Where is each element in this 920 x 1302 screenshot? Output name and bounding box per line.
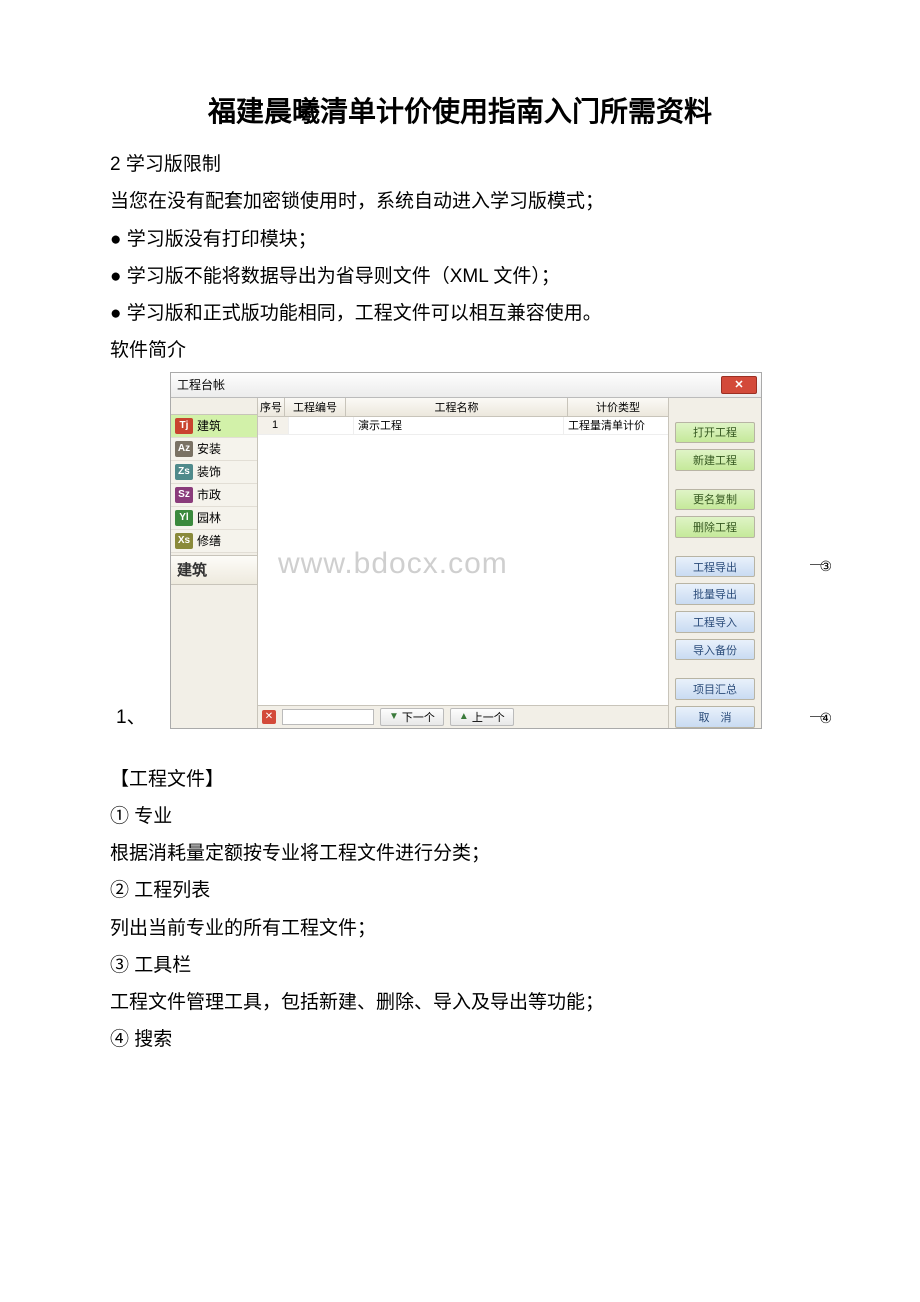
col-header-type[interactable]: 计价类型 — [568, 398, 668, 416]
new-project-button[interactable]: 新建工程 — [675, 449, 755, 471]
project-list-panel: 序号 工程编号 工程名称 计价类型 1 演示工程 工程量清单计价 www.bdo… — [258, 398, 668, 728]
callout-line — [810, 564, 824, 565]
delete-project-button[interactable]: 删除工程 — [675, 516, 755, 538]
app-window: 工程台帐 ✕ Tj 建筑 Az 安装 — [170, 372, 762, 729]
table-row[interactable]: 1 演示工程 工程量清单计价 — [258, 417, 668, 435]
export-project-button[interactable]: 工程导出 — [675, 556, 755, 578]
sidebar-item-construction[interactable]: Tj 建筑 — [171, 415, 257, 438]
category-icon: Sz — [175, 487, 193, 503]
callout-label: ① 专业 — [110, 800, 810, 833]
cell-type: 工程量清单计价 — [564, 417, 668, 434]
category-icon: Tj — [175, 418, 193, 434]
arrow-up-icon: ▲ — [459, 711, 469, 722]
sidebar-header-spacer — [171, 398, 257, 415]
callout-label: ④ 搜索 — [110, 1023, 810, 1056]
sidebar-item-install[interactable]: Az 安装 — [171, 438, 257, 461]
paragraph: 工程文件管理工具，包括新建、删除、导入及导出等功能； — [110, 986, 810, 1019]
cancel-button[interactable]: 取 消 — [675, 706, 755, 728]
bullet: ● 学习版不能将数据导出为省导则文件（XML 文件）； — [110, 260, 810, 293]
sidebar-item-label: 园林 — [197, 509, 221, 526]
sidebar-item-label: 修缮 — [197, 532, 221, 549]
cell-code — [289, 417, 354, 434]
sidebar-item-decoration[interactable]: Zs 装饰 — [171, 461, 257, 484]
search-bar: ✕ ▼ 下一个 ▲ 上一个 — [258, 705, 668, 728]
rename-copy-button[interactable]: 更名复制 — [675, 489, 755, 511]
bullet: ● 学习版和正式版功能相同，工程文件可以相互兼容使用。 — [110, 297, 810, 330]
callout-3: ③ — [819, 558, 832, 575]
section-heading: 【工程文件】 — [110, 763, 810, 796]
bullet: ● 学习版没有打印模块； — [110, 223, 810, 256]
section-heading: 软件简介 — [110, 334, 810, 367]
sidebar-current-category: 建筑 — [171, 555, 257, 585]
next-button[interactable]: ▼ 下一个 — [380, 708, 444, 726]
sidebar-item-label: 装饰 — [197, 463, 221, 480]
sidebar-item-garden[interactable]: Yl 园林 — [171, 507, 257, 530]
button-label: 上一个 — [472, 709, 505, 725]
category-sidebar: Tj 建筑 Az 安装 Zs 装饰 Sz 市政 — [171, 398, 258, 728]
cell-index: 1 — [258, 417, 289, 434]
callout-label: ③ 工具栏 — [110, 949, 810, 982]
titlebar: 工程台帐 ✕ — [171, 373, 761, 398]
import-project-button[interactable]: 工程导入 — [675, 611, 755, 633]
category-icon: Az — [175, 441, 193, 457]
sidebar-item-label: 市政 — [197, 486, 221, 503]
col-header-code[interactable]: 工程编号 — [285, 398, 346, 416]
open-project-button[interactable]: 打开工程 — [675, 422, 755, 444]
close-button[interactable]: ✕ — [721, 376, 757, 394]
sidebar-item-label: 建筑 — [197, 417, 221, 434]
sidebar-item-municipal[interactable]: Sz 市政 — [171, 484, 257, 507]
search-input[interactable] — [282, 709, 374, 725]
button-label: 下一个 — [402, 709, 435, 725]
paragraph: 当您在没有配套加密锁使用时，系统自动进入学习版模式； — [110, 185, 810, 218]
category-icon: Zs — [175, 464, 193, 480]
paragraph: 列出当前专业的所有工程文件； — [110, 912, 810, 945]
page-title: 福建晨曦清单计价使用指南入门所需资料 — [110, 90, 810, 130]
category-icon: Yl — [175, 510, 193, 526]
paragraph: 根据消耗量定额按专业将工程文件进行分类； — [110, 837, 810, 870]
sidebar-item-repair[interactable]: Xs 修缮 — [171, 530, 257, 553]
window-title: 工程台帐 — [175, 376, 225, 393]
toolbar: 打开工程 新建工程 更名复制 删除工程 工程导出 批量导出 工程导入 导入备份 … — [668, 398, 761, 728]
callout-4: ④ — [819, 710, 832, 727]
import-backup-button[interactable]: 导入备份 — [675, 639, 755, 661]
cell-name: 演示工程 — [354, 417, 564, 434]
watermark: www.bdocx.com — [278, 547, 508, 581]
close-icon: ✕ — [265, 711, 273, 722]
callout-label: ② 工程列表 — [110, 874, 810, 907]
category-icon: Xs — [175, 533, 193, 549]
col-header-name[interactable]: 工程名称 — [346, 398, 568, 416]
col-header-index[interactable]: 序号 — [258, 398, 285, 416]
figure-number: 1、 — [116, 702, 146, 729]
callout-line — [810, 716, 824, 717]
sidebar-item-label: 安装 — [197, 440, 221, 457]
grid-header: 序号 工程编号 工程名称 计价类型 — [258, 398, 668, 417]
project-summary-button[interactable]: 项目汇总 — [675, 678, 755, 700]
arrow-down-icon: ▼ — [389, 711, 399, 722]
clear-search-button[interactable]: ✕ — [262, 710, 276, 724]
grid-body[interactable]: 1 演示工程 工程量清单计价 www.bdocx.com — [258, 417, 668, 705]
batch-export-button[interactable]: 批量导出 — [675, 583, 755, 605]
prev-button[interactable]: ▲ 上一个 — [450, 708, 514, 726]
section-heading: 2 学习版限制 — [110, 148, 810, 181]
close-icon: ✕ — [734, 378, 743, 391]
